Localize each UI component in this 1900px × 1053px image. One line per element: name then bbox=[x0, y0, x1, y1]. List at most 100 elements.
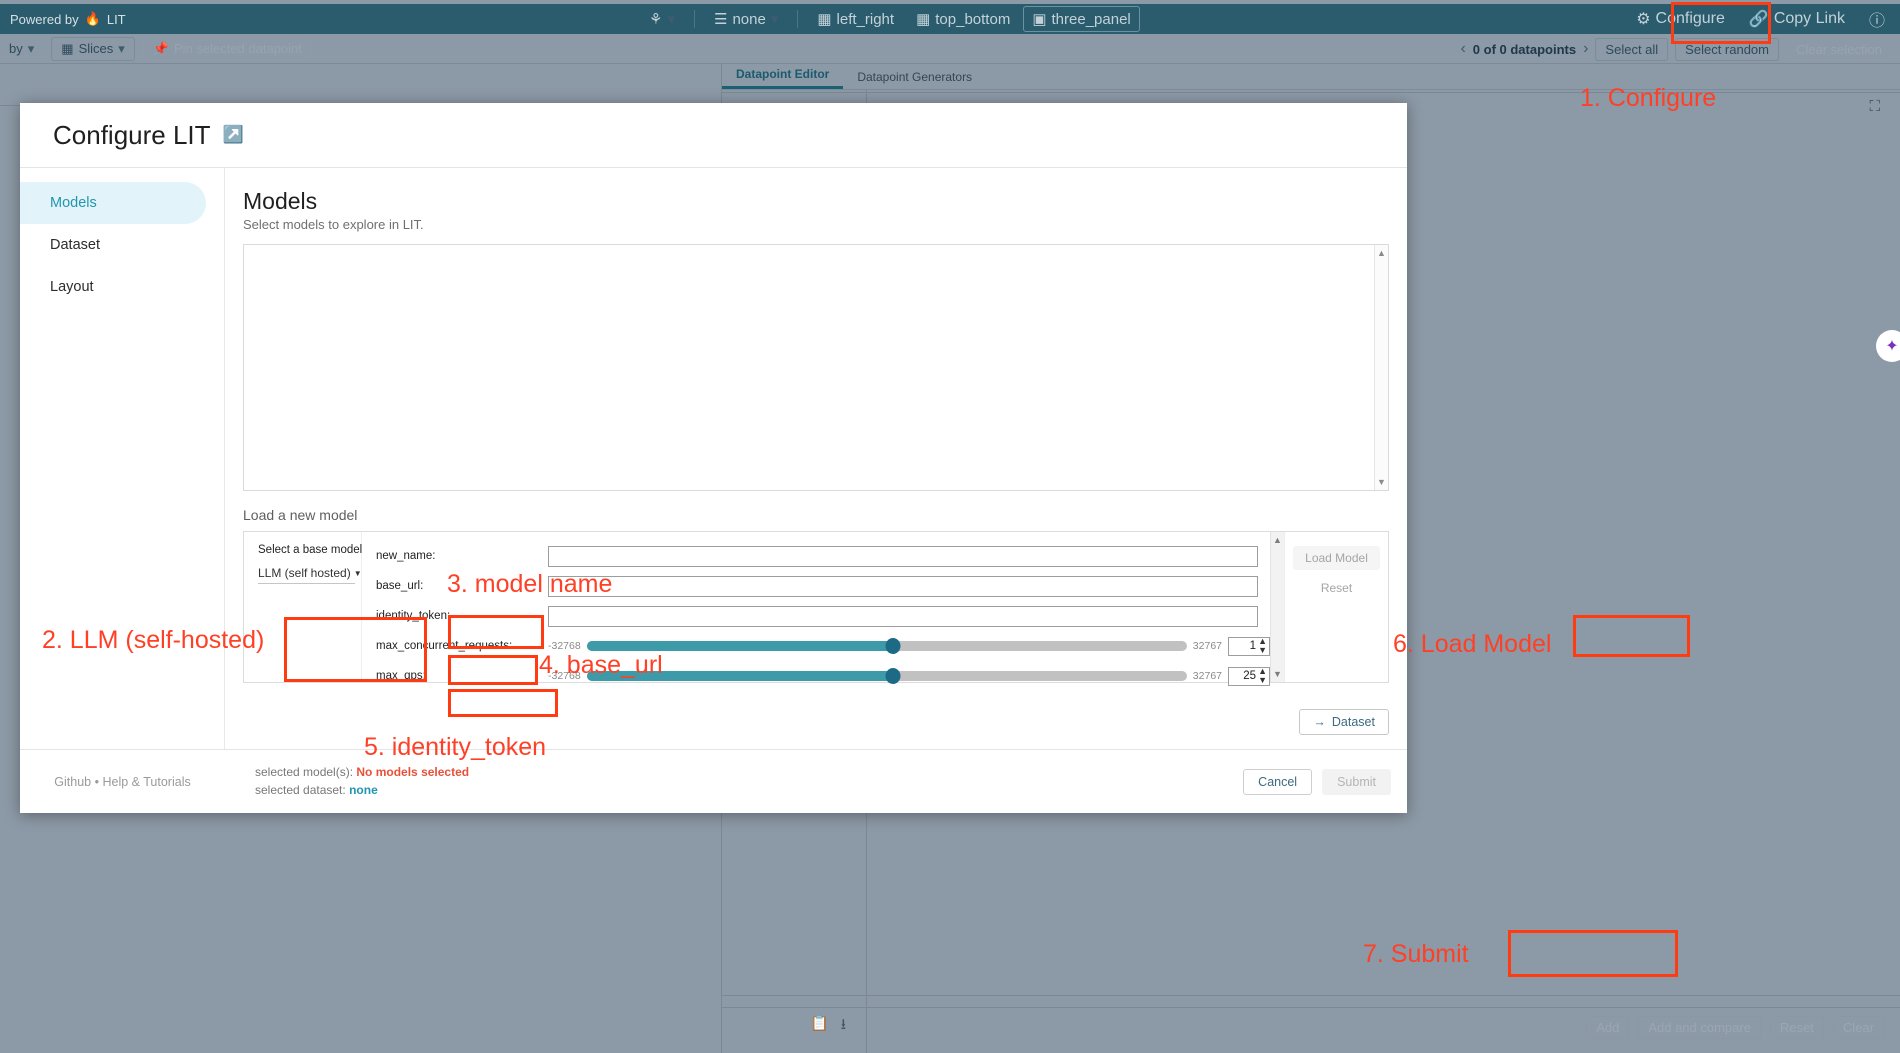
add-and-compare-label: Add and compare bbox=[1648, 1020, 1751, 1035]
load-new-model-row: Load a new model bbox=[243, 507, 1389, 523]
compare-by-button[interactable]: by ▾ bbox=[0, 38, 43, 60]
max-qps-stepper[interactable]: 25 ▲▼ bbox=[1228, 667, 1270, 686]
scroll-down-icon[interactable]: ▼ bbox=[1377, 477, 1386, 487]
flame-icon: 🔥 bbox=[85, 11, 101, 27]
goto-dataset-button[interactable]: → Dataset bbox=[1299, 709, 1389, 735]
grid-icon: ▦ bbox=[817, 10, 831, 28]
slider-track[interactable] bbox=[587, 641, 1187, 651]
scroll-down-icon[interactable]: ▼ bbox=[1273, 669, 1282, 679]
tab-datapoint-editor[interactable]: Datapoint Editor bbox=[722, 64, 843, 89]
chevron-down-icon: ▾ bbox=[28, 41, 35, 57]
add-label: Add bbox=[1596, 1020, 1619, 1035]
panel-icon: ▣ bbox=[1032, 10, 1046, 28]
select-all-button[interactable]: Select all bbox=[1595, 38, 1668, 61]
datapoint-count-label: 0 of 0 datapoints bbox=[1473, 42, 1576, 57]
slices-button[interactable]: ▦ Slices ▾ bbox=[51, 37, 135, 61]
clear-button[interactable]: Clear bbox=[1833, 1016, 1884, 1039]
annotation-label-7: 7. Submit bbox=[1363, 940, 1469, 969]
max-concurrent-requests-stepper[interactable]: 1 ▲▼ bbox=[1228, 637, 1270, 656]
open-in-new-icon[interactable]: ↗️ bbox=[223, 125, 244, 145]
configure-label: Configure bbox=[1656, 10, 1725, 28]
tab-label: Datapoint Generators bbox=[857, 70, 972, 84]
stepper-arrows-icon[interactable]: ▲▼ bbox=[1258, 667, 1267, 685]
cancel-button[interactable]: Cancel bbox=[1243, 769, 1312, 795]
sidebar-item-dataset[interactable]: Dataset bbox=[20, 224, 206, 266]
sidebar-item-layout[interactable]: Layout bbox=[20, 266, 206, 308]
sparkle-icon[interactable]: ✦ bbox=[1876, 330, 1900, 362]
slider-track[interactable] bbox=[587, 671, 1187, 681]
model-list-scrollbar[interactable]: ▲ ▼ bbox=[1374, 245, 1388, 490]
cancel-label: Cancel bbox=[1258, 775, 1297, 789]
modal-header: Configure LIT ↗️ bbox=[20, 103, 1407, 167]
annotation-label-1: 1. Configure bbox=[1580, 84, 1716, 113]
add-and-compare-button[interactable]: Add and compare bbox=[1638, 1016, 1761, 1039]
modal-main: Models Select models to explore in LIT. … bbox=[225, 168, 1407, 749]
settings-menu-button[interactable]: ⚘ ▾ bbox=[640, 6, 684, 32]
selected-models-prefix: selected model(s): bbox=[255, 765, 353, 779]
page-title: Configure LIT bbox=[53, 120, 211, 151]
layout-label: top_bottom bbox=[935, 11, 1010, 28]
stepper-arrows-icon[interactable]: ▲▼ bbox=[1258, 637, 1267, 655]
pin-icon: 📌 bbox=[153, 41, 169, 57]
configure-button[interactable]: ⚙ Configure bbox=[1625, 4, 1736, 34]
field-row-identity-token: identity_token: bbox=[376, 602, 1270, 630]
panel-tab-bar: Datapoint Editor Datapoint Generators bbox=[722, 64, 1900, 90]
clear-selection-button[interactable]: Clear selection bbox=[1786, 38, 1892, 61]
chevron-right-icon[interactable]: › bbox=[1583, 40, 1588, 58]
annotation-label-4: 4. base_url bbox=[539, 651, 663, 680]
fullscreen-icon[interactable]: ⛶ bbox=[1869, 98, 1880, 115]
sidebar-item-models[interactable]: Models bbox=[20, 182, 206, 224]
layout-button-top-bottom[interactable]: ▦ top_bottom bbox=[907, 6, 1019, 32]
sidebar-item-label: Layout bbox=[50, 279, 94, 295]
copy-link-button[interactable]: 🔗 Copy Link bbox=[1738, 4, 1856, 34]
chevron-down-icon: ▾ bbox=[771, 10, 779, 28]
new-name-input[interactable] bbox=[548, 546, 1258, 567]
panel-rule bbox=[722, 92, 1900, 93]
layout-label: none bbox=[732, 11, 765, 28]
help-tutorials-link[interactable]: Help & Tutorials bbox=[102, 775, 190, 789]
layout-button-none[interactable]: ☰ none ▾ bbox=[705, 6, 787, 32]
loader-actions-column: Load Model Reset bbox=[1284, 532, 1388, 682]
section-subheading: Select models to explore in LIT. bbox=[243, 217, 1389, 232]
base-model-select[interactable]: LLM (self hosted) ▼ bbox=[258, 566, 355, 584]
submit-button[interactable]: Submit bbox=[1322, 769, 1391, 795]
footer-buttons: Cancel Submit bbox=[1243, 769, 1391, 795]
loader-scrollbar[interactable]: ▲ ▼ bbox=[1270, 532, 1284, 682]
reset-model-button[interactable]: Reset bbox=[1293, 576, 1380, 600]
model-list[interactable]: ▲ ▼ bbox=[243, 244, 1389, 491]
layout-button-left-right[interactable]: ▦ left_right bbox=[808, 6, 903, 32]
selected-dataset-row: selected dataset: none bbox=[255, 782, 469, 799]
reset-button[interactable]: Reset bbox=[1770, 1016, 1824, 1039]
base-url-input[interactable] bbox=[548, 576, 1258, 597]
max-concurrent-requests-label: max_concurrent_requests: bbox=[376, 640, 548, 652]
base-model-label: Select a base model bbox=[258, 544, 355, 556]
slider-thumb[interactable] bbox=[885, 638, 900, 654]
pin-datapoint-button[interactable]: 📌 Pin selected datapoint bbox=[143, 37, 312, 61]
reset-label: Reset bbox=[1321, 581, 1352, 595]
footer-links: Github • Help & Tutorials bbox=[20, 775, 225, 789]
selected-dataset-value: none bbox=[349, 783, 378, 797]
sidebar-item-label: Dataset bbox=[50, 237, 100, 253]
help-button[interactable]: ⓘ bbox=[1858, 2, 1896, 36]
status-badge: No models selected bbox=[356, 765, 469, 779]
grid-icon: ▦ bbox=[916, 10, 930, 28]
modal-footer: Github • Help & Tutorials selected model… bbox=[20, 749, 1407, 813]
identity-token-input[interactable] bbox=[548, 606, 1258, 627]
selection-toolbar: by ▾ ▦ Slices ▾ 📌 Pin selected datapoint… bbox=[0, 34, 1900, 64]
load-model-button[interactable]: Load Model bbox=[1293, 546, 1380, 570]
dataset-button-label: Dataset bbox=[1332, 715, 1375, 729]
powered-by-label: Powered by bbox=[10, 12, 79, 27]
add-button[interactable]: Add bbox=[1586, 1016, 1629, 1039]
scroll-up-icon[interactable]: ▲ bbox=[1273, 535, 1282, 545]
gear-icon: ⚙ bbox=[1636, 9, 1650, 29]
select-random-button[interactable]: Select random bbox=[1675, 38, 1779, 61]
slices-label: Slices bbox=[79, 41, 114, 56]
layout-button-three-panel[interactable]: ▣ three_panel bbox=[1023, 6, 1139, 32]
datapoint-editor-actions: Add Add and compare Reset Clear bbox=[722, 1007, 1900, 1047]
github-link[interactable]: Github bbox=[54, 775, 91, 789]
slider-thumb[interactable] bbox=[885, 668, 900, 684]
scroll-up-icon[interactable]: ▲ bbox=[1377, 248, 1386, 258]
chevron-left-icon[interactable]: ‹ bbox=[1460, 40, 1465, 58]
sidebar-item-label: Models bbox=[50, 195, 97, 211]
tab-datapoint-generators[interactable]: Datapoint Generators bbox=[843, 67, 986, 89]
